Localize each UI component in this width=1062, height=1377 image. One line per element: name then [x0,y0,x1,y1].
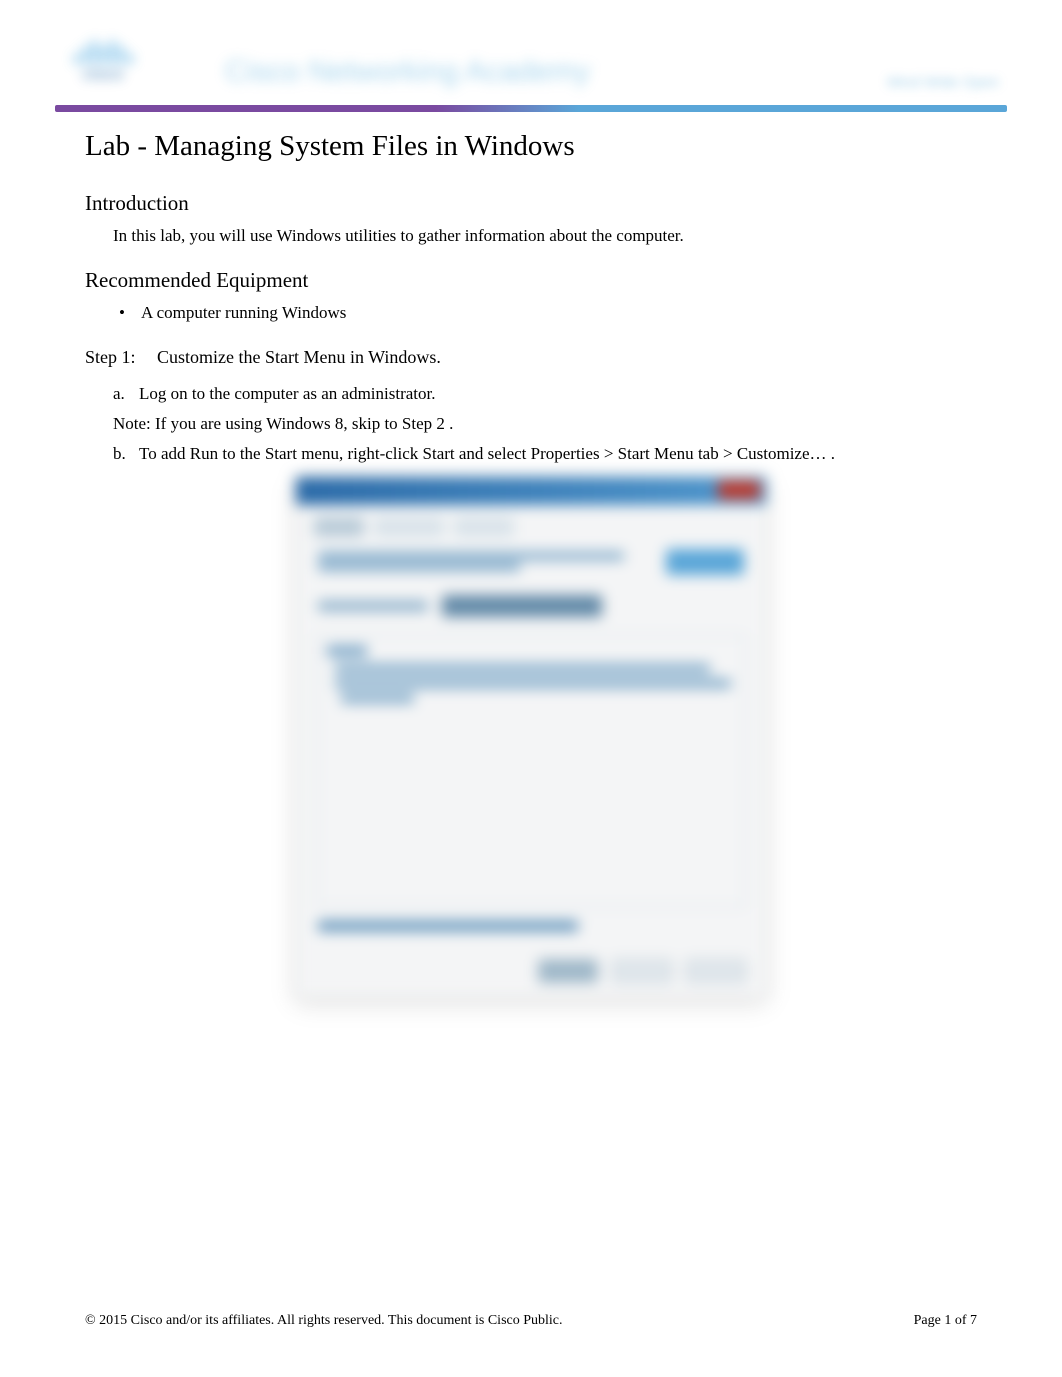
academy-title: Cisco Networking Academy [225,55,590,89]
group-line [335,664,710,673]
step-1b-customize: Customize… [737,444,827,463]
note-step2: Step 2 [402,414,445,433]
dialog-row [296,579,766,621]
dialog-title-bar [296,477,766,505]
tagline: Mind Wide Open [887,74,999,91]
group-title [327,646,367,656]
lab-title: Lab - Managing System Files in Windows [85,130,977,163]
dialog-tab [314,517,364,537]
step-1b-start: Start [423,444,455,463]
dialog-dropdown [442,595,602,617]
step-1b-run: Run [190,444,218,463]
dialog-row [296,545,766,579]
step-1b-text3: and select [455,444,531,463]
cisco-logo: cisco [63,38,143,86]
step-1a-text: Log on to the computer as an administrat… [139,384,436,403]
properties-dialog-screenshot [295,476,767,998]
group-line [341,694,414,703]
apply-button [686,959,746,983]
equipment-item: A computer running Windows [85,303,977,323]
step-1b-tab: tab [698,444,719,463]
note-text-1: : If you are using Windows 8, skip to [146,414,402,433]
dialog-label [318,601,428,611]
page-label: Page [914,1313,945,1328]
document-header: cisco Cisco Networking Academy Mind Wide… [55,0,1007,105]
page-number: Page 1 of 7 [914,1313,977,1329]
step-1-title: Customize the Start Menu in Windows. [157,347,441,367]
equipment-heading: Recommended Equipment [85,268,977,293]
dialog-link [318,921,578,931]
step-1b: b.To add Run to the Start menu, right-cl… [113,444,977,464]
group-line [335,679,731,688]
step-1b-text2: to the Start menu, right-click [218,444,422,463]
step-1b-text1: To add [139,444,190,463]
dialog-text [318,549,654,575]
step-1a: a.Log on to the computer as an administr… [113,384,977,404]
dialog-tab [454,517,514,537]
step-1-label: Step 1: [85,347,157,368]
step-1-note: Note: If you are using Windows 8, skip t… [113,414,977,434]
header-divider-bar [55,105,1007,112]
equipment-list: A computer running Windows [85,303,977,323]
close-icon [718,481,760,499]
dialog-group [316,635,746,907]
page-total: 7 [970,1313,977,1328]
step-1b-text4: > [719,444,737,463]
copyright: © 2015 Cisco and/or its affiliates. All … [85,1313,563,1329]
step-1a-letter: a. [113,384,139,404]
dialog-tabs [296,505,766,545]
cancel-button [612,959,672,983]
note-label: Note [113,414,146,433]
note-period: . [445,414,454,433]
introduction-heading: Introduction [85,191,977,216]
dialog-button-row [538,959,746,983]
dialog-tab [374,517,444,537]
page-content: Lab - Managing System Files in Windows I… [0,112,1062,998]
customize-button [666,549,744,575]
step-1b-letter: b. [113,444,139,464]
page-of: of [951,1313,970,1328]
ok-button [538,959,598,983]
step-1b-props: Properties > Start Menu [531,444,698,463]
step-1b-end: . [827,444,836,463]
logo-text: cisco [63,66,143,84]
introduction-text: In this lab, you will use Windows utilit… [113,226,977,246]
step-1-heading: Step 1:Customize the Start Menu in Windo… [85,347,977,368]
page-footer: © 2015 Cisco and/or its affiliates. All … [85,1313,977,1329]
